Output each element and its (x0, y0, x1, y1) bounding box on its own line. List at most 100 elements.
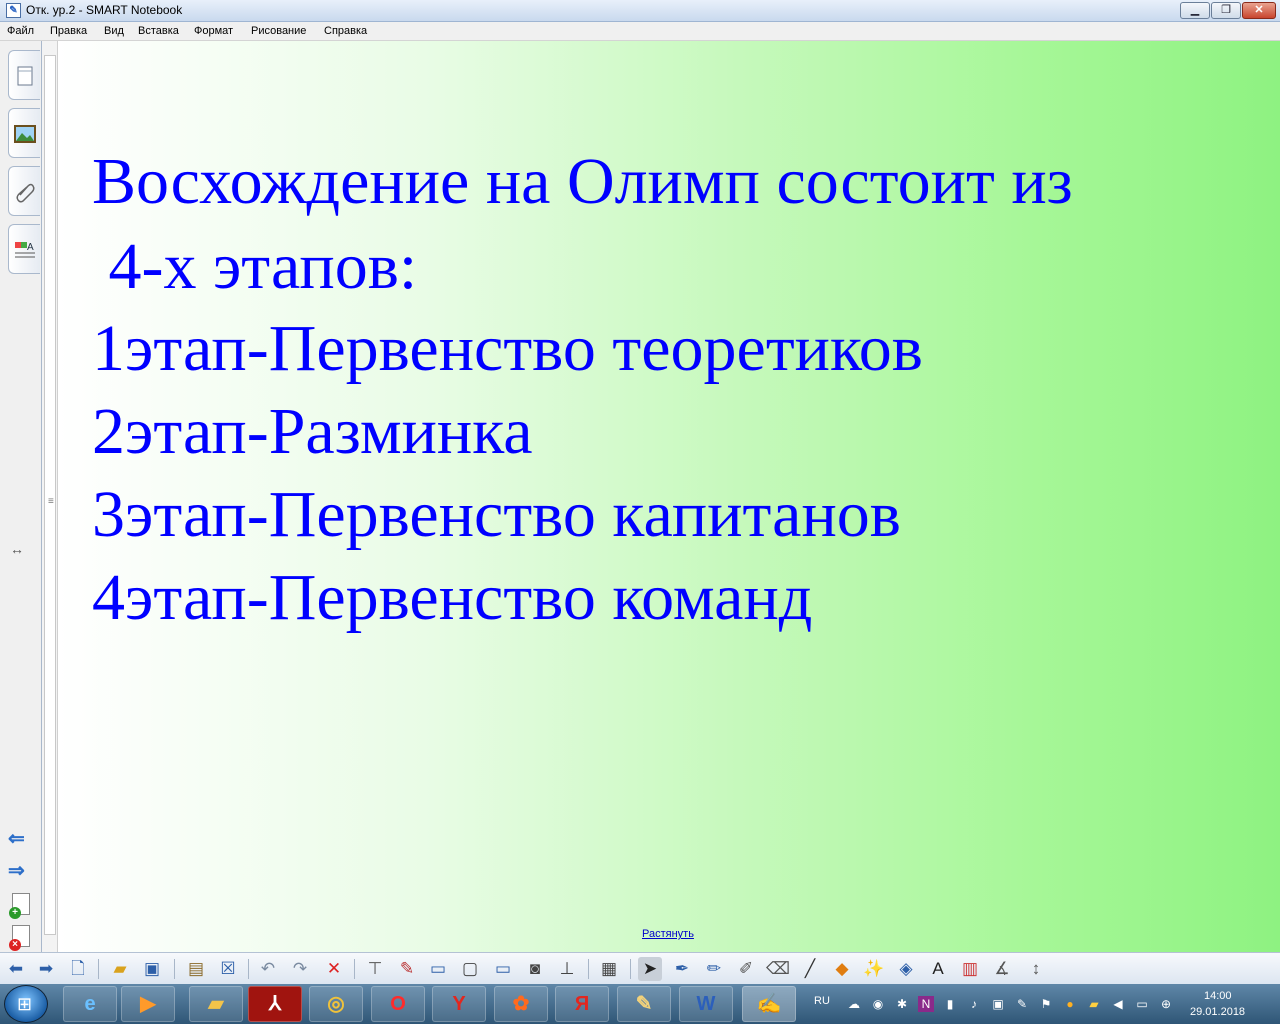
attachments-icon (16, 183, 35, 203)
security-tray-icon[interactable]: ▰ (1086, 996, 1102, 1012)
save-icon[interactable]: ▣ (140, 957, 164, 981)
stretch-page-link[interactable]: Растянуть (642, 928, 694, 940)
clock-date[interactable]: 29.01.2018 (1190, 1006, 1245, 1018)
add-page-icon[interactable]: 🗋 (66, 957, 90, 981)
svg-text:A: A (27, 242, 34, 253)
fill-icon[interactable]: ◈ (894, 957, 918, 981)
resize-sidebar-handle[interactable]: ↔ (10, 541, 24, 557)
start-button[interactable]: ⊞ (4, 985, 48, 1023)
toolbar-separator (248, 959, 249, 979)
paste-icon[interactable]: ▤ (184, 957, 208, 981)
slide-text-line-5[interactable]: 3этап-Первенство капитанов (92, 482, 901, 548)
creative-pen-icon[interactable]: ✏ (702, 957, 726, 981)
battery-tray-icon[interactable]: ▮ (942, 996, 958, 1012)
onenote-tray-icon[interactable]: N (918, 996, 934, 1012)
line-icon[interactable]: ╱ (798, 957, 822, 981)
monitor-tray-icon[interactable]: ▭ (1134, 996, 1150, 1012)
window-title: Отк. ур.2 - SMART Notebook (26, 3, 183, 17)
pen-tray-icon[interactable]: ✎ (1014, 996, 1030, 1012)
maximize-button[interactable]: ❐ (1211, 2, 1241, 19)
menu-insert[interactable]: Вставка (138, 25, 179, 37)
screen-capture-icon[interactable]: ▢ (458, 957, 482, 981)
slide-text-line-2[interactable]: 4-х этапов: (92, 234, 418, 300)
properties-tab[interactable]: A (8, 224, 40, 274)
slide-page[interactable]: Восхождение на Олимп состоит из 4-х этап… (58, 41, 1280, 952)
highlighter-icon[interactable]: ✐ (734, 957, 758, 981)
forward-icon[interactable]: ➡ (34, 957, 58, 981)
minus-icon: × (9, 939, 21, 951)
attachments-tab[interactable] (8, 166, 40, 216)
slide-text-line-4[interactable]: 2этап-Разминка (92, 399, 533, 465)
scroll-grip-icon: ≡ (48, 496, 54, 507)
gallery-icon (14, 125, 36, 143)
notebook-app-icon[interactable]: ✎ (617, 986, 671, 1022)
toolbar-separator (630, 959, 631, 979)
pdf-icon[interactable]: ⅄ (248, 986, 302, 1022)
next-page-button[interactable]: ⇒ (8, 861, 34, 881)
back-icon[interactable]: ⬅ (4, 957, 28, 981)
network-tray-icon[interactable]: ▣ (990, 996, 1006, 1012)
menu-format[interactable]: Формат (194, 25, 233, 37)
eraser-icon[interactable]: ⌫ (766, 957, 790, 981)
gallery-tab[interactable] (8, 108, 40, 158)
properties-tool-icon[interactable]: ▥ (958, 957, 982, 981)
minimize-button[interactable]: ▁ (1180, 2, 1210, 19)
smart-notebook-icon[interactable]: ✍ (742, 986, 796, 1022)
menu-edit[interactable]: Правка (50, 25, 87, 37)
opera-icon[interactable]: O (371, 986, 425, 1022)
delete-icon[interactable]: ✕ (322, 957, 346, 981)
table-icon[interactable]: ▦ (597, 957, 621, 981)
flag-tray-icon[interactable]: ⚑ (1038, 996, 1054, 1012)
yandex-browser-icon[interactable]: Y (432, 986, 486, 1022)
yandex-icon[interactable]: Я (555, 986, 609, 1022)
disc-tray-icon[interactable]: ◉ (870, 996, 886, 1012)
media-player-icon[interactable]: ✿ (494, 986, 548, 1022)
shapes-icon[interactable]: ◆ (830, 957, 854, 981)
previous-page-button[interactable]: ⇐ (8, 829, 34, 849)
pen-icon[interactable]: ✒ (670, 957, 694, 981)
globe-tray-icon[interactable]: ⊕ (1158, 996, 1174, 1012)
language-indicator[interactable]: RU (814, 995, 830, 1007)
slide-text-line-1[interactable]: Восхождение на Олимп состоит из (92, 149, 1073, 215)
add-page-button[interactable]: + (9, 893, 30, 919)
move-toolbar-icon[interactable]: ↕ (1024, 957, 1048, 981)
redo-icon[interactable]: ↷ (288, 957, 312, 981)
show-hide-icon[interactable]: ✎ (395, 957, 419, 981)
text-icon[interactable]: A (926, 957, 950, 981)
bug-tray-icon[interactable]: ✱ (894, 996, 910, 1012)
document-camera-icon[interactable]: ◙ (523, 957, 547, 981)
menu-help[interactable]: Справка (324, 25, 367, 37)
menu-view[interactable]: Вид (104, 25, 124, 37)
speaker-tray-icon[interactable]: ◀ (1110, 996, 1126, 1012)
select-icon[interactable]: ➤ (638, 957, 662, 981)
media-icon[interactable]: ▶ (121, 986, 175, 1022)
windows-logo-icon: ⊞ (17, 994, 33, 1014)
slide-text-line-6[interactable]: 4этап-Первенство команд (92, 565, 812, 631)
close-button[interactable]: ✕ (1242, 2, 1276, 19)
open-icon[interactable]: ▰ (108, 957, 132, 981)
clock-time[interactable]: 14:00 (1204, 990, 1232, 1002)
page-sorter-tab[interactable] (8, 50, 40, 100)
volume-tray-icon[interactable]: ♪ (966, 996, 982, 1012)
menu-draw[interactable]: Рисование (251, 25, 306, 37)
explorer-icon[interactable]: ▰ (189, 986, 243, 1022)
update-tray-icon[interactable]: ● (1062, 996, 1078, 1012)
magic-pen-icon[interactable]: ✨ (862, 957, 886, 981)
ie-icon[interactable]: e (63, 986, 117, 1022)
display-icon[interactable]: ▭ (426, 957, 450, 981)
measure-icon[interactable]: ∡ (990, 957, 1014, 981)
screen-shade-icon[interactable]: ⊤ (363, 957, 387, 981)
measure-tool-icon[interactable]: ⊥ (555, 957, 579, 981)
capture-icon[interactable]: ▭ (491, 957, 515, 981)
slide-text-line-3[interactable]: 1этап-Первенство теоретиков (92, 316, 923, 382)
delete-page-icon[interactable]: ☒ (216, 957, 240, 981)
undo-icon[interactable]: ↶ (256, 957, 280, 981)
chrome-icon[interactable]: ◎ (309, 986, 363, 1022)
scrollbar-thumb[interactable]: ≡ (44, 55, 56, 935)
menu-file[interactable]: Файл (7, 25, 34, 37)
cloud-tray-icon[interactable]: ☁ (846, 996, 862, 1012)
notebook-canvas: ≡ Восхождение на Олимп состоит из 4-х эт… (42, 41, 1280, 952)
word-icon[interactable]: W (679, 986, 733, 1022)
delete-page-button[interactable]: × (9, 925, 30, 951)
vertical-scrollbar[interactable]: ≡ (42, 41, 58, 952)
